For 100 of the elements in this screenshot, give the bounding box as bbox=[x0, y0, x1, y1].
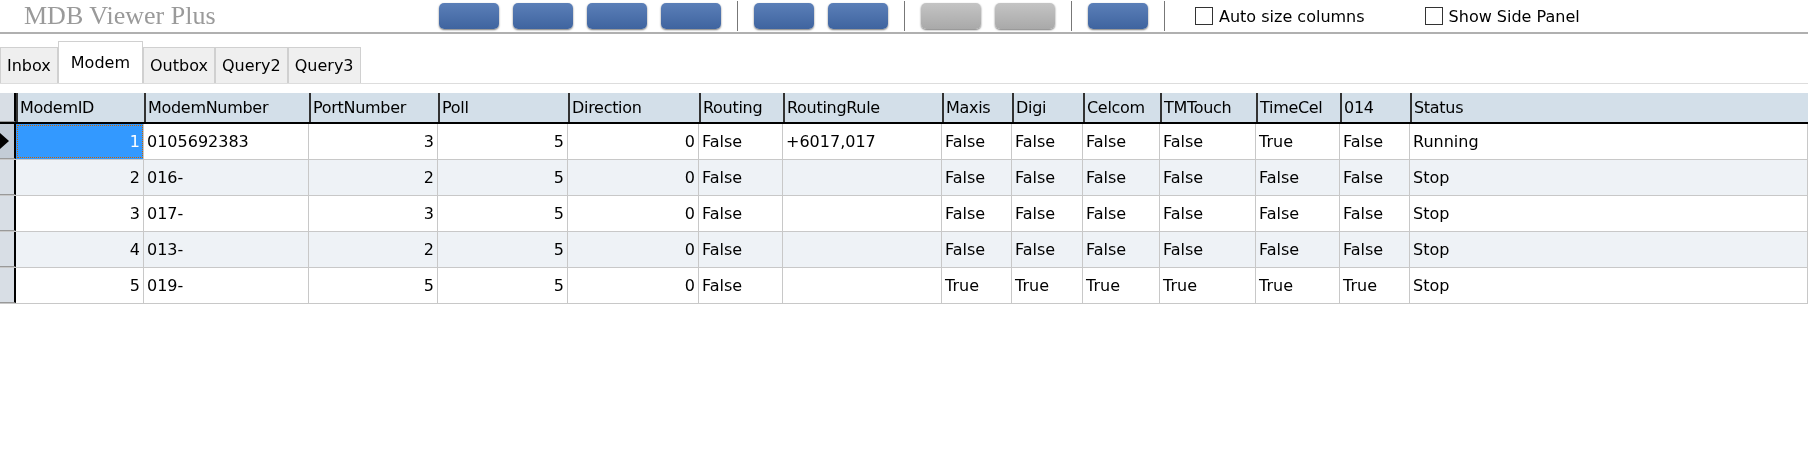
table-cell: True bbox=[1160, 268, 1256, 303]
table-cell: 3 bbox=[309, 196, 438, 231]
tab[interactable]: Modem bbox=[57, 41, 143, 83]
table-cell: True bbox=[942, 268, 1012, 303]
table-cell: Stop bbox=[1410, 160, 1808, 195]
column-header[interactable]: RoutingRule bbox=[783, 93, 942, 122]
table-cell: False bbox=[699, 124, 783, 159]
table-cell: 3 bbox=[16, 196, 144, 231]
table-cell: True bbox=[1340, 268, 1410, 303]
row-header[interactable] bbox=[0, 232, 16, 267]
table-cell: 5 bbox=[438, 124, 568, 159]
table-cell: 0 bbox=[568, 196, 699, 231]
table-cell: Running bbox=[1410, 124, 1808, 159]
column-header[interactable]: Digi bbox=[1012, 93, 1083, 122]
table-cell: 2 bbox=[309, 232, 438, 267]
column-header[interactable]: ModemID bbox=[16, 93, 144, 122]
table-cell: False bbox=[699, 160, 783, 195]
table-cell: False bbox=[699, 232, 783, 267]
table-cell: 2 bbox=[16, 160, 144, 195]
table-cell: 5 bbox=[438, 160, 568, 195]
table-cell: False bbox=[942, 232, 1012, 267]
table-cell: +6017,017 bbox=[783, 124, 942, 159]
table-cell: False bbox=[1083, 160, 1160, 195]
column-header[interactable]: 014 bbox=[1340, 93, 1410, 122]
toolbar-button[interactable] bbox=[661, 3, 721, 29]
table-cell: False bbox=[1340, 124, 1410, 159]
tab[interactable]: Query2 bbox=[214, 47, 288, 83]
table-cell: True bbox=[1256, 268, 1340, 303]
column-header[interactable]: Routing bbox=[699, 93, 783, 122]
table-cell: Stop bbox=[1410, 196, 1808, 231]
table-cell: False bbox=[1160, 124, 1256, 159]
table-cell: 5 bbox=[438, 232, 568, 267]
table-cell: 017- bbox=[144, 196, 309, 231]
table-cell: 0 bbox=[568, 160, 699, 195]
column-header[interactable]: Poll bbox=[438, 93, 568, 122]
table-cell: False bbox=[1340, 160, 1410, 195]
tab[interactable]: Query3 bbox=[287, 47, 361, 83]
table-cell: 019- bbox=[144, 268, 309, 303]
toolbar-button[interactable] bbox=[828, 3, 888, 29]
table-cell: False bbox=[942, 160, 1012, 195]
table-cell: False bbox=[1160, 196, 1256, 231]
table-cell: True bbox=[1256, 124, 1340, 159]
table-cell: 0 bbox=[568, 124, 699, 159]
table-cell: False bbox=[1160, 232, 1256, 267]
table-cell: Stop bbox=[1410, 232, 1808, 267]
column-header[interactable]: Maxis bbox=[942, 93, 1012, 122]
table-cell: 5 bbox=[16, 268, 144, 303]
table-cell: False bbox=[1340, 232, 1410, 267]
column-header[interactable]: TMTouch bbox=[1160, 93, 1256, 122]
row-header[interactable] bbox=[0, 268, 16, 303]
table-cell: 0 bbox=[568, 232, 699, 267]
table-cell: False bbox=[1012, 196, 1083, 231]
row-header[interactable] bbox=[0, 124, 16, 159]
table-cell: True bbox=[1012, 268, 1083, 303]
table-cell: False bbox=[699, 268, 783, 303]
column-header[interactable]: Direction bbox=[568, 93, 699, 122]
table-cell: 1 bbox=[16, 124, 144, 159]
table-cell: Stop bbox=[1410, 268, 1808, 303]
table-cell: False bbox=[942, 196, 1012, 231]
toolbar-button[interactable] bbox=[439, 3, 499, 29]
toolbar-button[interactable] bbox=[754, 3, 814, 29]
app-title: MDB Viewer Plus bbox=[23, 1, 217, 31]
table-cell: 0105692383 bbox=[144, 124, 309, 159]
row-header[interactable] bbox=[0, 160, 16, 195]
table-cell: False bbox=[1083, 196, 1160, 231]
toolbar-button[interactable] bbox=[1088, 3, 1148, 29]
table-cell: False bbox=[1083, 232, 1160, 267]
table-cell: False bbox=[699, 196, 783, 231]
table-cell: 0 bbox=[568, 268, 699, 303]
table-cell: False bbox=[1012, 232, 1083, 267]
row-pointer-icon bbox=[0, 133, 9, 149]
table-cell: 4 bbox=[16, 232, 144, 267]
checkbox[interactable] bbox=[1195, 7, 1213, 25]
table-cell: False bbox=[1340, 196, 1410, 231]
column-header[interactable]: Status bbox=[1410, 93, 1808, 122]
column-header[interactable]: Celcom bbox=[1083, 93, 1160, 122]
table-cell: 3 bbox=[309, 124, 438, 159]
table-cell: False bbox=[1256, 232, 1340, 267]
table-cell: False bbox=[1012, 124, 1083, 159]
table-cell: 5 bbox=[309, 268, 438, 303]
table-cell: False bbox=[1256, 160, 1340, 195]
table-cell: False bbox=[1083, 124, 1160, 159]
checkbox[interactable] bbox=[1424, 7, 1443, 25]
table-cell: 016- bbox=[144, 160, 309, 195]
table-cell: True bbox=[1083, 268, 1160, 303]
tab[interactable]: Inbox bbox=[0, 47, 58, 83]
row-header[interactable] bbox=[0, 196, 16, 231]
column-header[interactable]: ModemNumber bbox=[144, 93, 309, 122]
toolbar-button[interactable] bbox=[587, 3, 647, 29]
table-cell: False bbox=[1012, 160, 1083, 195]
table-cell: 013- bbox=[144, 232, 309, 267]
column-header[interactable]: TimeCel bbox=[1256, 93, 1340, 122]
table-cell: 5 bbox=[438, 268, 568, 303]
checkbox-label: Auto size columns bbox=[1219, 6, 1365, 26]
toolbar-button[interactable] bbox=[513, 3, 573, 29]
column-header[interactable]: PortNumber bbox=[309, 93, 438, 122]
table-cell: 5 bbox=[438, 196, 568, 231]
checkbox-label: Show Side Panel bbox=[1448, 6, 1580, 26]
tab[interactable]: Outbox bbox=[142, 47, 215, 83]
table-cell: 2 bbox=[309, 160, 438, 195]
